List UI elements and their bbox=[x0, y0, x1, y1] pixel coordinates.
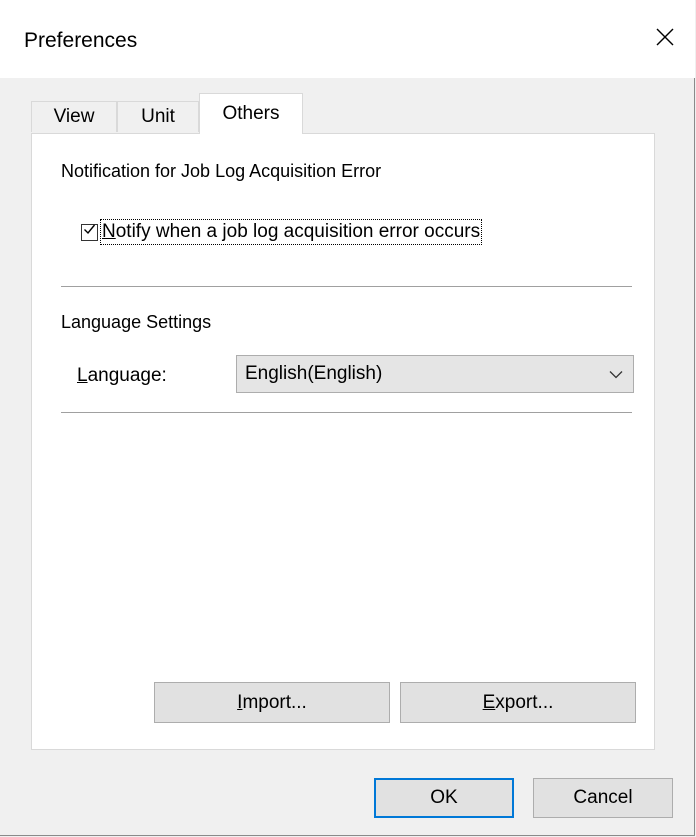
title-bar: Preferences bbox=[0, 0, 695, 78]
close-button[interactable] bbox=[635, 14, 695, 64]
language-settings-heading: Language Settings bbox=[61, 312, 212, 332]
tab-view-label: View bbox=[53, 106, 95, 127]
notification-heading: Notification for Job Log Acquisition Err… bbox=[61, 161, 382, 181]
export-button[interactable]: Export... bbox=[400, 682, 636, 723]
import-button[interactable]: Import... bbox=[154, 682, 390, 723]
separator bbox=[61, 286, 632, 287]
others-tab-panel: Notification for Job Log Acquisition Err… bbox=[31, 133, 655, 750]
language-select-value: English(English) bbox=[245, 363, 383, 384]
checkmark-icon bbox=[83, 223, 96, 241]
language-select[interactable]: English(English) bbox=[236, 355, 634, 393]
notify-error-checkbox-label[interactable]: Notify when a job log acquisition error … bbox=[99, 219, 483, 245]
tab-others-label: Others bbox=[222, 103, 280, 124]
chevron-down-icon bbox=[599, 370, 633, 379]
cancel-button[interactable]: Cancel bbox=[533, 778, 673, 818]
tab-unit[interactable]: Unit bbox=[117, 101, 199, 132]
tab-unit-label: Unit bbox=[141, 106, 175, 127]
tab-view[interactable]: View bbox=[31, 101, 117, 132]
ok-button[interactable]: OK bbox=[374, 778, 514, 818]
close-icon bbox=[655, 27, 675, 52]
notify-error-checkbox[interactable] bbox=[81, 223, 98, 241]
preferences-dialog: Preferences View Unit Others Notificatio… bbox=[0, 0, 695, 836]
separator bbox=[61, 412, 632, 413]
window-title: Preferences bbox=[24, 29, 138, 52]
language-label: Language: bbox=[77, 365, 167, 386]
notify-error-checkbox-row[interactable]: Notify when a job log acquisition error … bbox=[81, 219, 483, 245]
tab-others[interactable]: Others bbox=[199, 93, 303, 134]
